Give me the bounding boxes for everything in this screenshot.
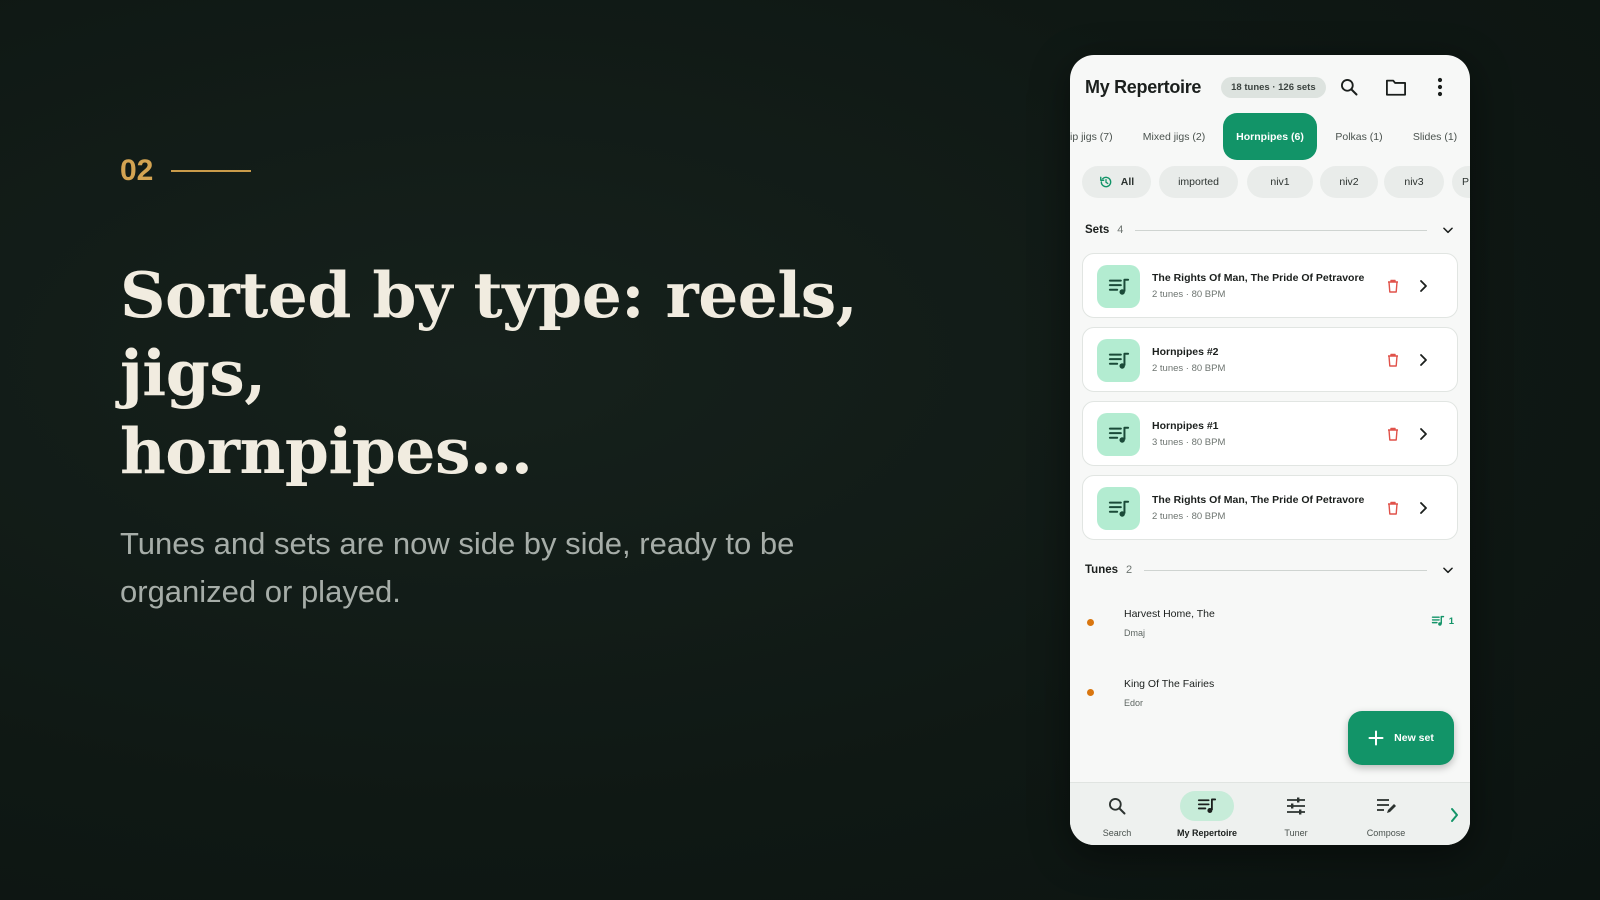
- set-card[interactable]: Hornpipes #1 3 tunes · 80 BPM: [1082, 401, 1458, 466]
- nav-compose[interactable]: Compose: [1343, 791, 1429, 841]
- tune-row[interactable]: Harvest Home, The Dmaj 1: [1070, 595, 1470, 651]
- chip-label: All: [1120, 176, 1135, 188]
- delete-icon[interactable]: [1383, 424, 1403, 444]
- set-card[interactable]: Hornpipes #2 2 tunes · 80 BPM: [1082, 327, 1458, 392]
- tunes-label: Tunes: [1085, 564, 1119, 576]
- step-divider: [171, 170, 252, 172]
- set-meta: 3 tunes · 80 BPM: [1152, 437, 1226, 448]
- set-meta: 2 tunes · 80 BPM: [1152, 363, 1226, 374]
- chip-niv3[interactable]: niv3: [1384, 166, 1444, 198]
- sets-section-header[interactable]: Sets 4: [1085, 220, 1455, 240]
- type-tabs: ip jigs (7) Mixed jigs (2) Hornpipes (6)…: [1070, 113, 1470, 161]
- status-dot: [1087, 689, 1094, 696]
- set-title: The Rights Of Man, The Pride Of Petravor…: [1152, 494, 1365, 506]
- tune-name: Harvest Home, The: [1124, 608, 1215, 620]
- count-badge: 18 tunes · 126 sets: [1221, 76, 1326, 98]
- chevron-right-icon[interactable]: [1413, 350, 1433, 370]
- history-icon: [1099, 176, 1112, 188]
- nav-label: Compose: [1366, 828, 1406, 838]
- tab-slip-jigs[interactable]: ip jigs (7): [1070, 113, 1114, 160]
- playlist-music-icon: [1097, 265, 1140, 308]
- nav-tuner[interactable]: Tuner: [1253, 791, 1339, 841]
- search-icon[interactable]: [1337, 75, 1361, 99]
- tab-hornpipes[interactable]: Hornpipes (6): [1223, 113, 1317, 160]
- set-title: The Rights Of Man, The Pride Of Petravor…: [1152, 272, 1365, 284]
- chevron-down-icon[interactable]: [1441, 563, 1455, 577]
- nav-label: Tuner: [1284, 828, 1308, 838]
- tab-slides[interactable]: Slides (1): [1400, 113, 1470, 160]
- chip-niv2[interactable]: niv2: [1320, 166, 1378, 198]
- new-set-label: New set: [1394, 732, 1434, 744]
- headline-line: hornpipes…: [120, 414, 533, 488]
- chevron-right-icon[interactable]: [1444, 805, 1464, 825]
- nav-search[interactable]: Search: [1074, 791, 1160, 841]
- tunes-section-header[interactable]: Tunes 2: [1085, 560, 1455, 580]
- sets-count: 4: [1117, 224, 1124, 236]
- tune-key: Edor: [1124, 698, 1144, 708]
- search-icon: [1090, 791, 1144, 821]
- tune-key: Dmaj: [1124, 628, 1146, 638]
- delete-icon[interactable]: [1383, 276, 1403, 296]
- tab-polkas[interactable]: Polkas (1): [1320, 113, 1398, 160]
- tunes-count: 2: [1126, 564, 1133, 576]
- chip-imported[interactable]: imported: [1159, 166, 1238, 198]
- tune-name: King Of The Fairies: [1124, 678, 1215, 690]
- tab-mixed-jigs[interactable]: Mixed jigs (2): [1128, 113, 1220, 160]
- set-meta: 2 tunes · 80 BPM: [1152, 289, 1226, 300]
- playlist-music-icon: [1097, 413, 1140, 456]
- page-title: My Repertoire: [1085, 76, 1202, 97]
- playlist-music-icon: [1097, 487, 1140, 530]
- delete-icon[interactable]: [1383, 350, 1403, 370]
- chip-niv1[interactable]: niv1: [1247, 166, 1313, 198]
- app-bar: My Repertoire 18 tunes · 126 sets: [1070, 55, 1470, 119]
- chip-all[interactable]: All: [1082, 166, 1151, 198]
- playlist-music-icon: [1180, 791, 1234, 821]
- playlist-music-icon: [1431, 615, 1444, 626]
- subheadline: Tunes and sets are now side by side, rea…: [120, 520, 980, 616]
- subheadline-line: Tunes and sets are now side by side, rea…: [120, 526, 795, 561]
- headline: Sorted by type: reels, jigs, hornpipes…: [120, 256, 980, 490]
- subheadline-line: organized or played.: [120, 574, 401, 609]
- filter-chips: All imported niv1 niv2 niv3 P: [1070, 166, 1470, 198]
- bottom-navigation: Search My Repertoire Tuner Compose: [1070, 782, 1470, 845]
- section-divider: [1135, 229, 1427, 231]
- chip-partial[interactable]: P: [1452, 166, 1470, 198]
- set-card[interactable]: The Rights Of Man, The Pride Of Petravor…: [1082, 253, 1458, 318]
- status-dot: [1087, 619, 1094, 626]
- headline-line: Sorted by type: reels, jigs,: [120, 258, 858, 410]
- plus-icon: [1368, 730, 1384, 746]
- nav-my-repertoire[interactable]: My Repertoire: [1164, 791, 1250, 841]
- edit-note-icon: [1359, 791, 1413, 821]
- set-meta: 2 tunes · 80 BPM: [1152, 511, 1226, 522]
- sets-label: Sets: [1085, 224, 1110, 236]
- chevron-right-icon[interactable]: [1413, 498, 1433, 518]
- section-divider: [1144, 569, 1427, 571]
- step-indicator: 02: [120, 150, 980, 192]
- delete-icon[interactable]: [1383, 498, 1403, 518]
- tune-sliders-icon: [1269, 791, 1323, 821]
- playlist-music-icon: [1097, 339, 1140, 382]
- new-set-button[interactable]: New set: [1348, 711, 1454, 765]
- folder-icon[interactable]: [1384, 75, 1408, 99]
- tune-set-count: 1: [1431, 615, 1454, 627]
- chevron-right-icon[interactable]: [1413, 276, 1433, 296]
- nav-label: My Repertoire: [1176, 828, 1238, 838]
- chevron-down-icon[interactable]: [1441, 223, 1455, 237]
- step-number: 02: [120, 154, 154, 187]
- tune-set-count-value: 1: [1448, 615, 1454, 627]
- nav-label: Search: [1102, 828, 1132, 838]
- set-title: Hornpipes #2: [1152, 346, 1219, 358]
- more-vert-icon[interactable]: [1428, 75, 1452, 99]
- chevron-right-icon[interactable]: [1413, 424, 1433, 444]
- set-title: Hornpipes #1: [1152, 420, 1219, 432]
- hero: 02 Sorted by type: reels, jigs, hornpipe…: [120, 150, 980, 616]
- phone-screen: My Repertoire 18 tunes · 126 sets ip jig…: [1070, 55, 1470, 845]
- set-card[interactable]: The Rights Of Man, The Pride Of Petravor…: [1082, 475, 1458, 540]
